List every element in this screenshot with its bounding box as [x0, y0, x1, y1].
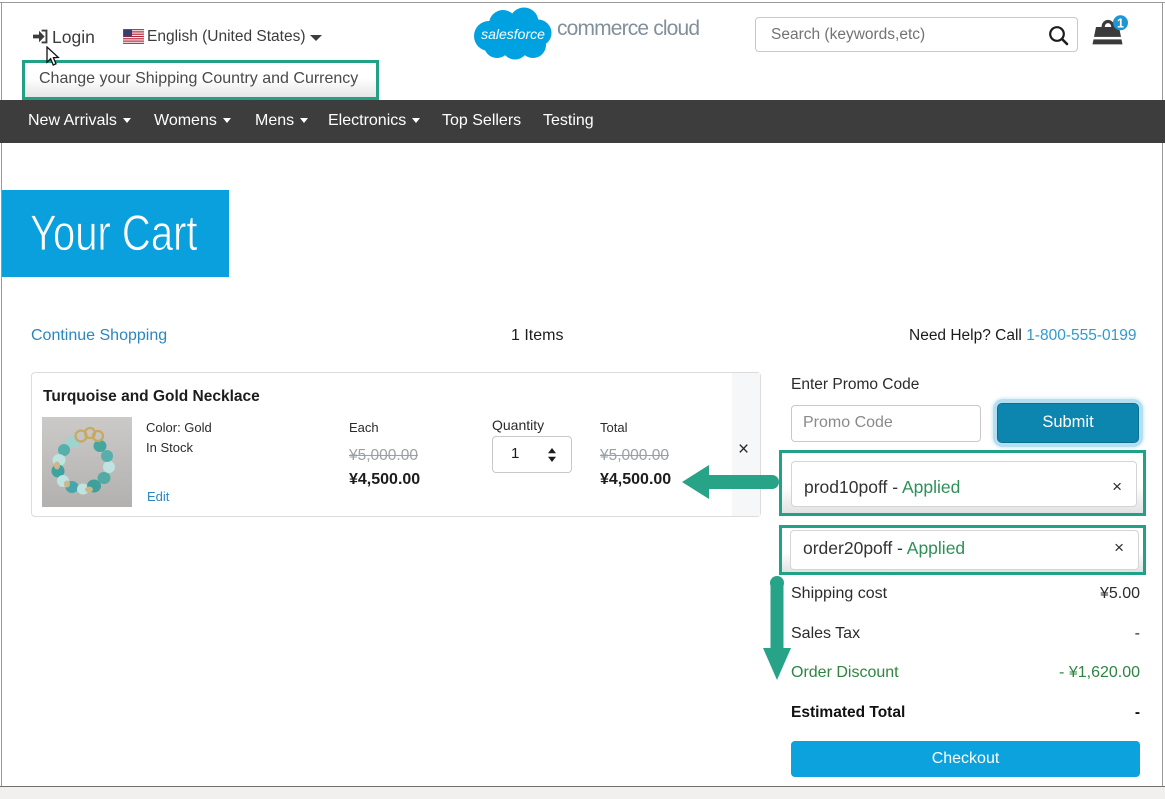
svg-text:1: 1	[1117, 16, 1124, 30]
svg-text:salesforce: salesforce	[481, 26, 545, 42]
